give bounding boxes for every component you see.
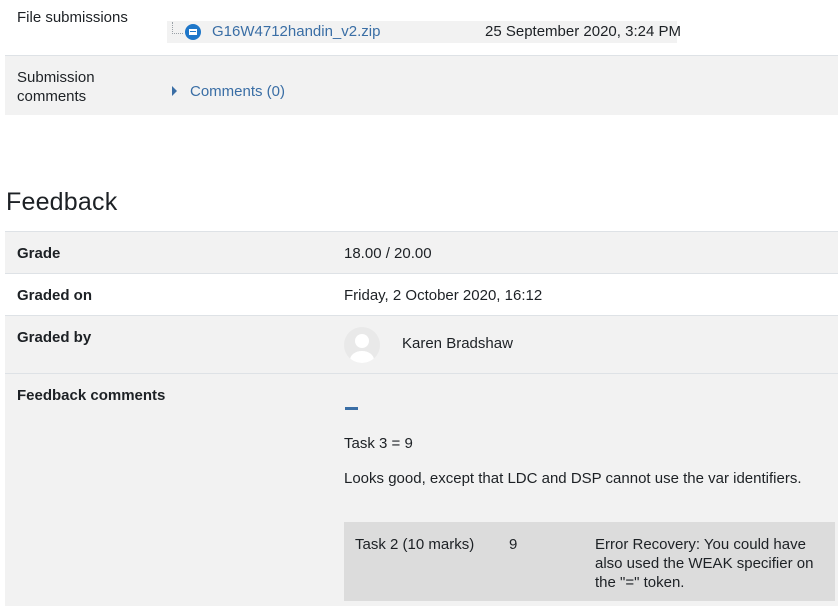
collapse-icon[interactable]	[345, 407, 358, 410]
table-note-line3: the "=" token.	[595, 574, 685, 591]
caret-right-icon[interactable]	[172, 86, 177, 96]
file-submissions-label: File submissions	[17, 9, 128, 26]
grade-row: Grade 18.00 / 20.00	[5, 231, 838, 273]
submission-comments-label-line1: Submission	[17, 69, 95, 86]
table-cell-note: Error Recovery: You could have also used…	[595, 535, 830, 592]
tree-connector	[172, 22, 183, 34]
table-note-line1: Error Recovery: You could have	[595, 536, 806, 553]
feedback-heading: Feedback	[6, 188, 118, 216]
avatar-icon[interactable]	[344, 327, 380, 363]
graded-on-label: Graded on	[17, 287, 93, 304]
table-cell-task: Task 2 (10 marks)	[355, 536, 475, 553]
graded-on-value: Friday, 2 October 2020, 16:12	[344, 287, 543, 304]
table-cell-mark: 9	[509, 536, 518, 553]
feedback-marks-table: Task 2 (10 marks) 9 Error Recovery: You …	[344, 522, 835, 601]
submission-comments-label-line2: comments	[17, 88, 87, 105]
graded-on-row: Graded on Friday, 2 October 2020, 16:12	[5, 273, 838, 315]
grade-label: Grade	[17, 245, 61, 262]
submission-comments-row	[5, 56, 838, 115]
grade-value: 18.00 / 20.00	[344, 245, 432, 262]
file-link[interactable]: G16W4712handin_v2.zip	[212, 23, 380, 40]
file-date: 25 September 2020, 3:24 PM	[485, 23, 681, 40]
feedback-comment-text: Looks good, except that LDC and DSP cann…	[344, 470, 802, 487]
graded-by-row: Graded by Karen Bradshaw	[5, 315, 838, 373]
file-archive-icon	[185, 24, 201, 40]
task-summary: Task 3 = 9	[344, 435, 413, 452]
graded-by-label: Graded by	[17, 329, 92, 346]
submission-comments-label: Submission comments	[17, 68, 95, 106]
feedback-comments-label: Feedback comments	[17, 387, 166, 404]
table-note-line2: also used the WEAK specifier on	[595, 555, 814, 572]
comments-toggle-link[interactable]: Comments (0)	[190, 83, 285, 100]
grader-name[interactable]: Karen Bradshaw	[402, 335, 513, 352]
